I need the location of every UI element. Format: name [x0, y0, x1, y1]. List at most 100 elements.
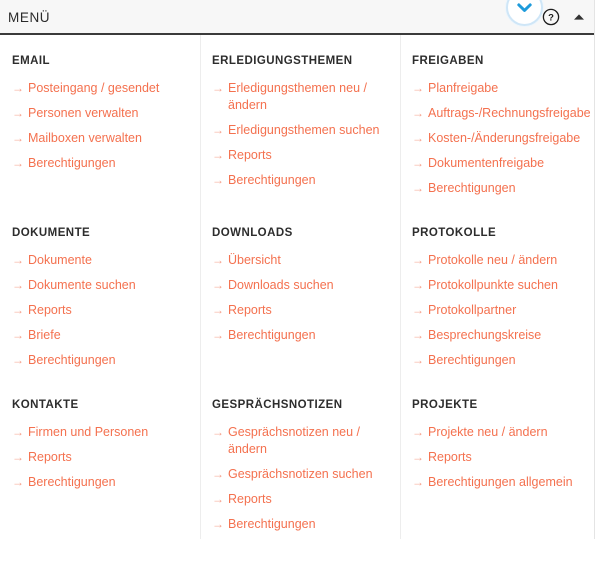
menu-link-item[interactable]: → Protokollpunkte suchen: [412, 277, 586, 294]
menu-link-list: → Gesprächsnotizen neu / ändern → Gesprächs…: [212, 424, 386, 533]
menu-link-item[interactable]: → Berechtigungen: [12, 155, 186, 172]
menu-link-item[interactable]: → Dokumentenfreigabe: [412, 155, 586, 172]
menu-link-item[interactable]: → Posteingang / gesendet: [12, 80, 186, 97]
section-title: DOWNLOADS: [212, 227, 293, 239]
menu-link[interactable]: Berechtigungen: [228, 172, 316, 189]
menu-link[interactable]: Gesprächsnotizen suchen: [228, 466, 373, 483]
menu-link-item[interactable]: → Protokolle neu / ändern: [412, 252, 586, 269]
menu-link-item[interactable]: → Reports: [12, 449, 186, 466]
menu-section: DOWNLOADS → Übersicht → Downloads suchen → Rep…: [200, 227, 400, 399]
menu-link[interactable]: Kosten-/Änderungsfreigabe: [428, 130, 580, 147]
arrow-right-icon: →: [212, 466, 224, 481]
menu-link[interactable]: Mailboxen verwalten: [28, 130, 142, 147]
header-icon-group: ?: [542, 8, 590, 26]
menu-section: PROJEKTE → Projekte neu / ändern → Reports → B…: [400, 399, 600, 571]
menu-link-item[interactable]: → Dokumente suchen: [12, 277, 186, 294]
arrow-right-icon: →: [412, 474, 424, 489]
column-divider-1: [200, 35, 201, 539]
menu-link-item[interactable]: → Reports: [12, 302, 186, 319]
menu-link[interactable]: Protokollpartner: [428, 302, 516, 319]
menu-link[interactable]: Projekte neu / ändern: [428, 424, 548, 441]
menu-link[interactable]: Dokumente: [28, 252, 92, 269]
menu-link-item[interactable]: → Protokollpartner: [412, 302, 586, 319]
menu-link-list: → Firmen und Personen → Reports → Berechtigun…: [12, 424, 186, 491]
arrow-right-icon: →: [12, 277, 24, 292]
menu-link-item[interactable]: → Kosten-/Änderungsfreigabe: [412, 130, 586, 147]
menu-link-item[interactable]: → Berechtigungen: [412, 352, 586, 369]
menu-link[interactable]: Reports: [28, 302, 72, 319]
menu-link-item[interactable]: → Besprechungskreise: [412, 327, 586, 344]
arrow-right-icon: →: [12, 155, 24, 170]
menu-link-item[interactable]: → Erledigungsthemen suchen: [212, 122, 386, 139]
menu-link-item[interactable]: → Reports: [412, 449, 586, 466]
menu-link-item[interactable]: → Berechtigungen: [212, 172, 386, 189]
menu-link[interactable]: Berechtigungen: [28, 474, 116, 491]
menu-link-item[interactable]: → Downloads suchen: [212, 277, 386, 294]
question-mark-circle-icon[interactable]: ?: [542, 8, 560, 26]
arrow-right-icon: →: [12, 474, 24, 489]
menu-link-item[interactable]: → Übersicht: [212, 252, 386, 269]
menu-link[interactable]: Downloads suchen: [228, 277, 334, 294]
menu-section: FREIGABEN → Planfreigabe → Auftrags-/Rechnun…: [400, 55, 600, 227]
menu-header-bar: MENÜ ?: [0, 0, 600, 35]
menu-link-item[interactable]: → Berechtigungen allgemein: [412, 474, 586, 491]
menu-link[interactable]: Übersicht: [228, 252, 281, 269]
menu-link[interactable]: Berechtigungen allgemein: [428, 474, 573, 491]
menu-link[interactable]: Dokumentenfreigabe: [428, 155, 544, 172]
page-edge-fill: [595, 0, 600, 539]
menu-link-item[interactable]: → Dokumente: [12, 252, 186, 269]
menu-link-item[interactable]: → Gesprächsnotizen neu / ändern: [212, 424, 386, 458]
menu-link[interactable]: Protokollpunkte suchen: [428, 277, 558, 294]
menu-link[interactable]: Berechtigungen: [428, 352, 516, 369]
menu-section: EMAIL → Posteingang / gesendet → Personen ve…: [0, 55, 200, 227]
menu-link[interactable]: Reports: [228, 491, 272, 508]
menu-link[interactable]: Firmen und Personen: [28, 424, 148, 441]
triangle-up-icon[interactable]: [572, 10, 586, 24]
menu-link[interactable]: Besprechungskreise: [428, 327, 541, 344]
menu-link[interactable]: Berechtigungen: [428, 180, 516, 197]
chevron-down-icon[interactable]: [506, 0, 543, 26]
menu-link-item[interactable]: → Planfreigabe: [412, 80, 586, 97]
menu-link[interactable]: Reports: [28, 449, 72, 466]
menu-link-item[interactable]: → Personen verwalten: [12, 105, 186, 122]
menu-link-item[interactable]: → Reports: [212, 491, 386, 508]
menu-link[interactable]: Planfreigabe: [428, 80, 498, 97]
menu-link-item[interactable]: → Berechtigungen: [212, 516, 386, 533]
menu-link[interactable]: Briefe: [28, 327, 61, 344]
menu-link-item[interactable]: → Mailboxen verwalten: [12, 130, 186, 147]
menu-link[interactable]: Dokumente suchen: [28, 277, 136, 294]
menu-link-item[interactable]: → Berechtigungen: [212, 327, 386, 344]
menu-link[interactable]: Personen verwalten: [28, 105, 138, 122]
menu-link[interactable]: Berechtigungen: [28, 155, 116, 172]
menu-link[interactable]: Reports: [228, 147, 272, 164]
menu-link[interactable]: Berechtigungen: [228, 327, 316, 344]
menu-link[interactable]: Protokolle neu / ändern: [428, 252, 557, 269]
menu-link[interactable]: Gesprächsnotizen neu / ändern: [228, 424, 386, 458]
menu-link[interactable]: Auftrags-/Rechnungsfreigabe: [428, 105, 591, 122]
menu-link-item[interactable]: → Berechtigungen: [12, 352, 186, 369]
menu-link-item[interactable]: → Berechtigungen: [412, 180, 586, 197]
menu-link-item[interactable]: → Firmen und Personen: [12, 424, 186, 441]
menu-link-item[interactable]: → Reports: [212, 147, 386, 164]
menu-link[interactable]: Berechtigungen: [28, 352, 116, 369]
menu-link[interactable]: Berechtigungen: [228, 516, 316, 533]
menu-link-item[interactable]: → Briefe: [12, 327, 186, 344]
arrow-right-icon: →: [12, 449, 24, 464]
menu-link-list: → Planfreigabe → Auftrags-/Rechnungsfreigab…: [412, 80, 591, 197]
menu-link-item[interactable]: → Reports: [212, 302, 386, 319]
menu-link[interactable]: Erledigungsthemen suchen: [228, 122, 380, 139]
menu-link-item[interactable]: → Gesprächsnotizen suchen: [212, 466, 386, 483]
menu-link[interactable]: Posteingang / gesendet: [28, 80, 159, 97]
menu-link[interactable]: Reports: [428, 449, 472, 466]
menu-link[interactable]: Reports: [228, 302, 272, 319]
menu-link-item[interactable]: → Projekte neu / ändern: [412, 424, 586, 441]
menu-link-item[interactable]: → Auftrags-/Rechnungsfreigabe: [412, 105, 591, 122]
arrow-right-icon: →: [412, 302, 424, 317]
menu-link[interactable]: Erledigungsthemen neu / ändern: [228, 80, 386, 114]
menu-link-list: → Protokolle neu / ändern → Protokollpunkte…: [412, 252, 586, 369]
arrow-right-icon: →: [412, 105, 424, 120]
menu-link-item[interactable]: → Berechtigungen: [12, 474, 186, 491]
arrow-right-icon: →: [212, 80, 224, 95]
arrow-right-icon: →: [12, 424, 24, 439]
menu-link-item[interactable]: → Erledigungsthemen neu / ändern: [212, 80, 386, 114]
